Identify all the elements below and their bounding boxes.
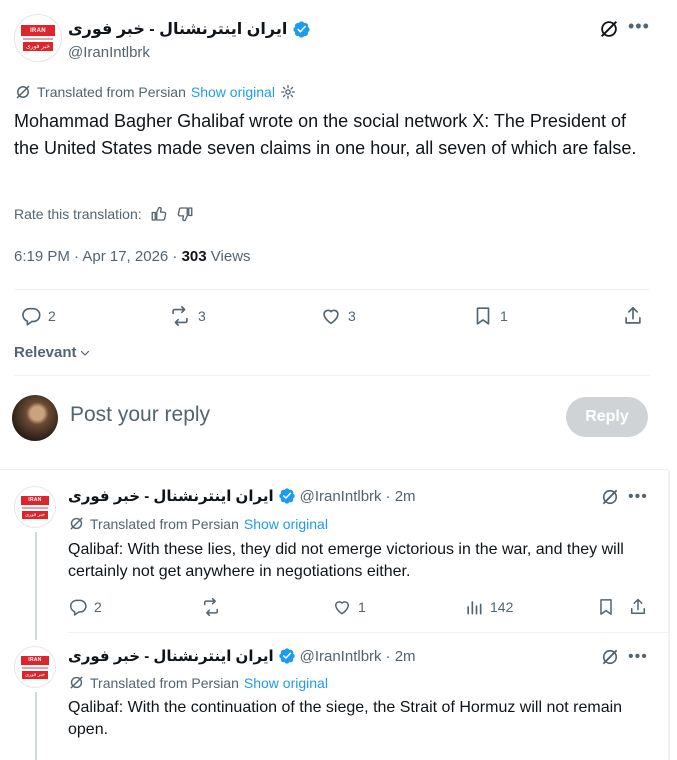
reply-author-avatar[interactable]: IRAN خبر فوری	[14, 646, 56, 688]
logo-top-text: IRAN	[21, 495, 49, 505]
analytics-icon	[467, 601, 482, 615]
reply-display-name[interactable]: ایران اینترنشنال - خبر فوری	[68, 487, 274, 505]
share-icon	[625, 306, 641, 324]
grok-icon[interactable]	[600, 647, 620, 667]
translation-notice: Translated from Persian Show original	[68, 515, 328, 532]
thread-line	[35, 692, 37, 760]
author-handle[interactable]: @IranIntlbrk	[68, 44, 150, 61]
like-count: 1	[358, 599, 366, 615]
reply-input[interactable]: Post your reply	[70, 403, 210, 427]
reply-time[interactable]: · 2m	[386, 648, 416, 665]
timestamp[interactable]: 6:19 PM · Apr 17, 2026 ·	[14, 248, 182, 265]
thumbs-up-icon[interactable]	[150, 205, 168, 223]
rate-translation-row: Rate this translation:	[14, 205, 194, 223]
repost-icon	[172, 306, 188, 326]
share-action[interactable]	[622, 305, 644, 327]
translated-label: Translated from Persian	[90, 674, 239, 691]
reply-count: 2	[48, 308, 56, 324]
current-user-avatar[interactable]	[12, 395, 58, 441]
reply-icon	[69, 599, 87, 616]
logo-top-text: IRAN	[21, 25, 55, 36]
divider	[14, 289, 650, 290]
bookmark-count: 1	[500, 308, 508, 324]
author-avatar[interactable]: IRAN خبر فوری	[14, 14, 62, 62]
translation-notice: Translated from Persian Show original	[14, 83, 296, 101]
repost-count: 3	[198, 308, 206, 324]
sort-dropdown[interactable]: Relevant	[14, 344, 91, 361]
reply-header: ایران اینترنشنال - خبر فوری @IranIntlbrk…	[68, 487, 416, 506]
thumbs-down-icon[interactable]	[176, 205, 194, 223]
thread-line	[35, 532, 37, 640]
views-label: Views	[206, 248, 251, 265]
translation-notice: Translated from Persian Show original	[68, 674, 328, 691]
show-original-link[interactable]: Show original	[191, 84, 275, 100]
reply-text: Qalibaf: With these lies, they did not e…	[68, 541, 624, 580]
show-original-link[interactable]: Show original	[244, 675, 328, 691]
translated-label: Translated from Persian	[90, 515, 239, 532]
logo-divider	[22, 506, 48, 509]
bookmark-icon	[600, 599, 612, 615]
grok-translate-icon	[14, 83, 32, 101]
logo-divider	[22, 666, 48, 669]
like-action[interactable]: 1	[332, 597, 366, 617]
show-original-link[interactable]: Show original	[244, 516, 328, 532]
verified-badge-icon	[278, 487, 296, 505]
rate-translation-label: Rate this translation:	[14, 206, 142, 222]
views-action[interactable]: 142	[464, 597, 513, 617]
reply-display-name[interactable]: ایران اینترنشنال - خبر فوری	[68, 647, 274, 665]
logo-bottom-text: خبر فوری	[23, 42, 53, 51]
grok-translate-icon	[68, 674, 85, 691]
repost-icon	[204, 597, 218, 617]
grok-translate-icon	[68, 515, 85, 532]
views-count: 303	[181, 248, 207, 265]
settings-gear-icon[interactable]	[280, 84, 296, 100]
verified-badge-icon	[292, 20, 311, 39]
reply-action[interactable]: 2	[20, 305, 56, 327]
more-options-icon[interactable]: •••	[628, 16, 650, 37]
heart-icon	[335, 601, 349, 615]
chevron-down-icon	[79, 347, 91, 359]
like-count: 3	[348, 308, 356, 324]
author-display-name[interactable]: ایران اینترنشنال - خبر فوری	[68, 19, 287, 39]
section-divider	[68, 632, 668, 633]
like-action[interactable]: 3	[320, 305, 356, 327]
logo-top-text: IRAN	[21, 655, 49, 665]
reply-action[interactable]: 2	[68, 597, 102, 617]
tweet-actions-bar: 2 3 3 1	[14, 305, 650, 331]
more-options-icon[interactable]: •••	[628, 648, 648, 666]
share-icon	[631, 598, 645, 614]
bookmark-icon	[476, 307, 490, 325]
views-count: 142	[490, 599, 514, 615]
tweet-metadata: 6:19 PM · Apr 17, 2026 · 303 Views	[14, 248, 251, 265]
bookmark-action[interactable]: 1	[472, 305, 508, 327]
reply-author-avatar[interactable]: IRAN خبر فوری	[14, 486, 56, 528]
grok-icon[interactable]	[598, 18, 620, 40]
logo-bottom-text: خبر فوری	[22, 510, 48, 519]
reply-handle[interactable]: @IranIntlbrk	[300, 488, 382, 505]
author-name-row[interactable]: ایران اینترنشنال - خبر فوری	[68, 19, 311, 39]
divider	[14, 375, 650, 376]
repost-action[interactable]	[200, 597, 228, 617]
logo-divider	[23, 38, 53, 40]
grok-icon[interactable]	[600, 487, 620, 507]
heart-icon	[323, 309, 339, 325]
reply-button[interactable]: Reply	[566, 397, 648, 437]
repost-action[interactable]: 3	[168, 305, 206, 327]
more-options-icon[interactable]: •••	[628, 488, 648, 506]
reply-handle[interactable]: @IranIntlbrk	[300, 648, 382, 665]
translated-label: Translated from Persian	[37, 84, 186, 100]
scrollbar[interactable]	[668, 470, 670, 760]
reply-text: Qalibaf: With the continuation of the si…	[68, 699, 623, 738]
tweet-text: Mohammad Bagher Ghalibaf wrote on the so…	[14, 111, 637, 158]
share-action[interactable]	[628, 597, 648, 617]
section-divider	[0, 469, 668, 470]
reply-header: ایران اینترنشنال - خبر فوری @IranIntlbrk…	[68, 647, 416, 666]
logo-bottom-text: خبر فوری	[22, 670, 48, 679]
verified-badge-icon	[278, 647, 296, 665]
sort-label: Relevant	[14, 344, 77, 361]
reply-time[interactable]: · 2m	[386, 488, 416, 505]
bookmark-action[interactable]	[596, 597, 616, 617]
reply-count: 2	[94, 599, 102, 615]
reply-icon	[22, 307, 41, 326]
